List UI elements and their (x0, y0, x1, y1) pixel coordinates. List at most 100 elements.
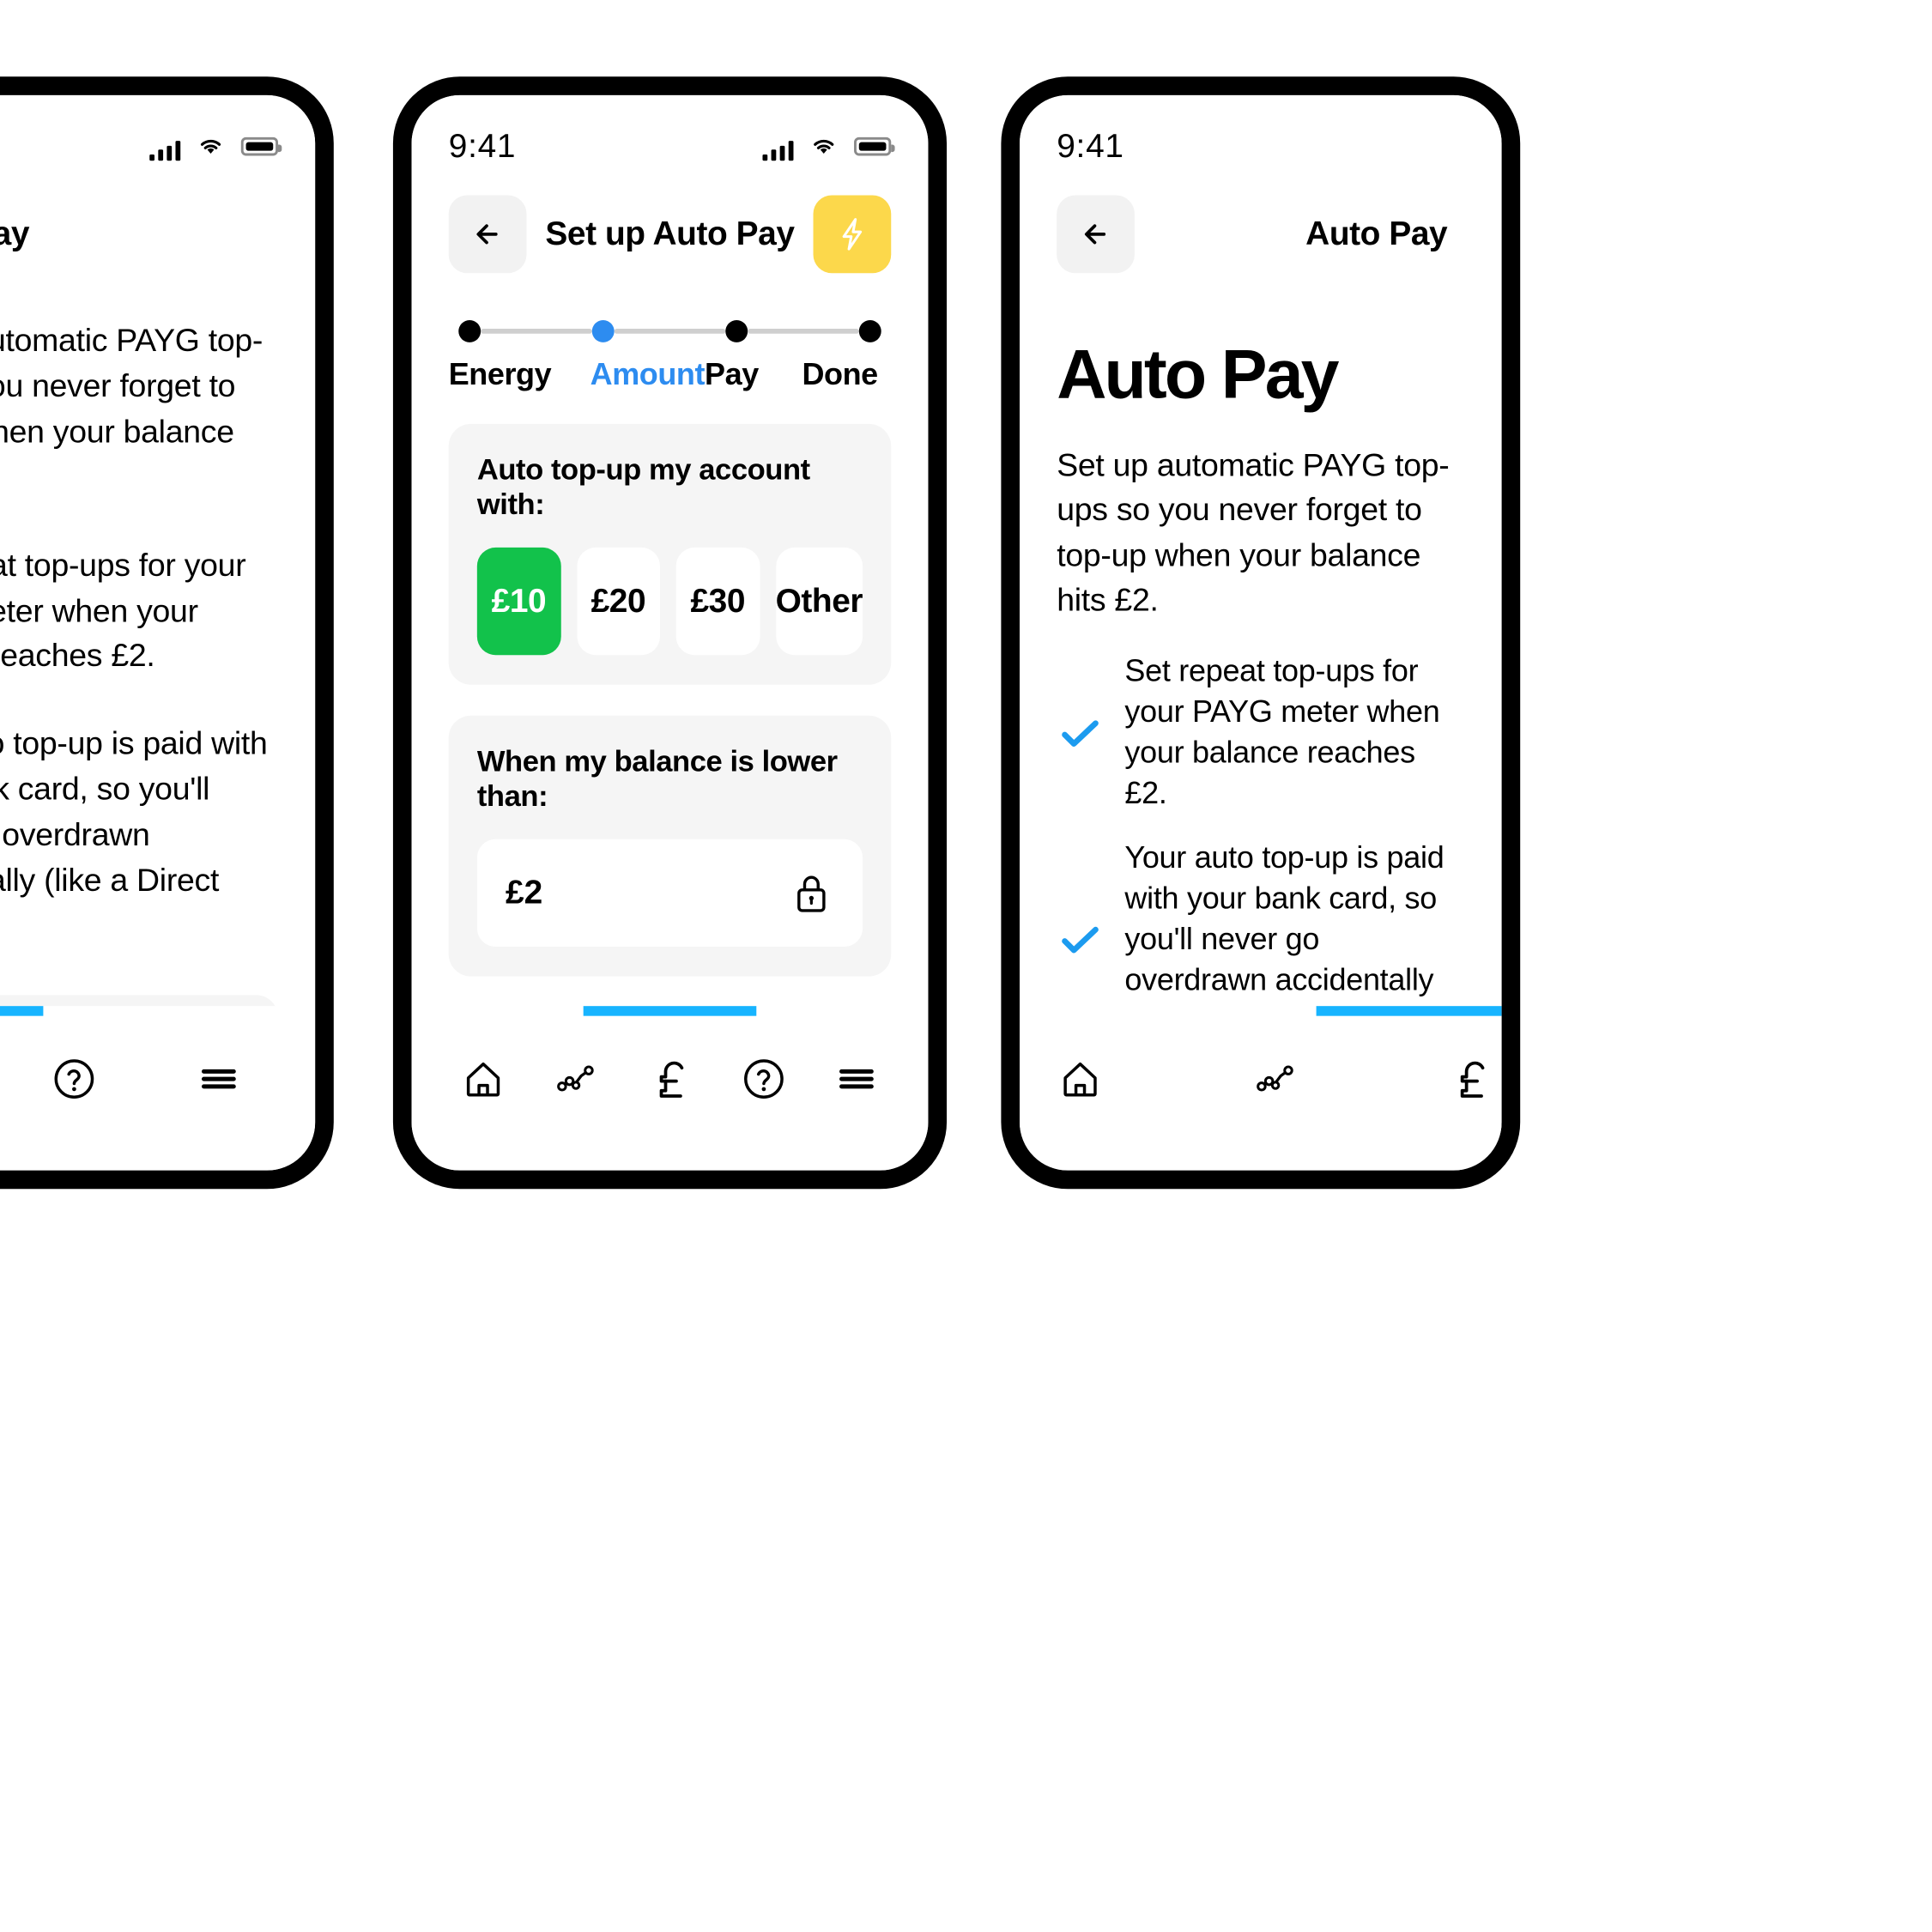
step-label-amount: Amount (590, 357, 706, 392)
step-dot-pay[interactable] (725, 319, 748, 342)
stepper-track (449, 319, 892, 342)
right-screen: 9:41 Auto Pay Auto Pay Set up automatic … (1020, 94, 1502, 1171)
step-dot-done[interactable] (858, 319, 881, 342)
lock-icon (789, 870, 834, 916)
quick-action-button[interactable] (813, 194, 892, 273)
topup-card-title: Auto top-up my account with: (476, 453, 810, 522)
left-paragraph-2: Set repeat top-ups for your PAYG meter w… (0, 545, 246, 675)
battery-icon (240, 136, 282, 155)
step-dot-amount[interactable] (591, 319, 615, 342)
left-body: Set up automatic PAYG top-ups so you nev… (0, 293, 315, 1007)
right-tabbar-wrap (1020, 1006, 1502, 1171)
status-icons (149, 131, 282, 161)
tab-usage[interactable] (1252, 1033, 1299, 1125)
bullet-text: Your auto top-up is paid with your bank … (1124, 839, 1444, 1007)
tab-menu[interactable] (810, 1033, 903, 1125)
balance-threshold-card: When my balance is lower than: £2 (448, 715, 892, 977)
help-circle-icon (51, 1056, 98, 1103)
cellular-signal-icon (762, 131, 794, 161)
right-navbar: Auto Pay (1020, 174, 1502, 293)
left-tab-indicator (0, 1006, 44, 1016)
left-tabbar (0, 1016, 315, 1142)
back-button[interactable] (448, 194, 527, 273)
wifi-icon (811, 136, 837, 155)
usage-chart-icon (553, 1056, 600, 1103)
center-tabbar (412, 1016, 929, 1142)
right-tab-indicator (1316, 1006, 1502, 1016)
pound-icon (646, 1056, 693, 1103)
screenshot-stage: 9:41 Auto Pay Set up automatic PAYG top-… (0, 0, 1932, 1932)
usage-chart-icon (1252, 1056, 1299, 1103)
step-line-1 (481, 329, 592, 334)
left-paragraph-1: Set up automatic PAYG top-ups so you nev… (0, 321, 263, 450)
right-status-bar: 9:41 (1020, 95, 1502, 174)
wifi-icon (197, 136, 223, 155)
center-status-bar: 9:41 (412, 95, 929, 174)
home-icon (1057, 1056, 1104, 1103)
list-item: Your auto top-up is paid with your bank … (1057, 838, 1464, 1006)
phone-left: 9:41 Auto Pay Set up automatic PAYG top-… (0, 76, 334, 1190)
left-navbar: Auto Pay (0, 174, 315, 293)
step-line-2 (614, 329, 726, 334)
step-line-3 (748, 329, 859, 334)
phone-right: 9:41 Auto Pay Auto Pay Set up automatic … (1001, 76, 1521, 1190)
hamburger-menu-icon (195, 1056, 242, 1103)
amount-options: £10 £20 £30 Other (476, 547, 863, 656)
threshold-card-title: When my balance is lower than: (476, 745, 838, 814)
cellular-signal-icon (149, 131, 181, 161)
tab-balance[interactable] (623, 1033, 716, 1125)
center-body: Energy Amount Pay Done Auto top-up my ac… (412, 293, 929, 1006)
step-label-pay: Pay (705, 357, 759, 392)
left-status-bar: 9:41 (0, 95, 315, 174)
threshold-value: £2 (505, 874, 543, 911)
tab-home[interactable] (437, 1033, 530, 1125)
status-icons (762, 131, 895, 161)
amount-option-30[interactable]: £30 (675, 547, 760, 656)
arrow-left-icon (1075, 213, 1117, 254)
tab-usage[interactable] (530, 1033, 623, 1125)
center-navbar: Set up Auto Pay (412, 174, 929, 293)
center-tab-indicator (583, 1006, 757, 1016)
battery-icon (854, 136, 895, 155)
page-title: Auto Pay (1057, 335, 1339, 413)
bullet-text: Set repeat top-ups for your PAYG meter w… (1124, 653, 1440, 812)
benefit-list: Set repeat top-ups for your PAYG meter w… (1057, 651, 1464, 1006)
step-label-energy: Energy (448, 357, 552, 392)
setup-stepper: Energy Amount Pay Done (449, 319, 892, 393)
left-screen: 9:41 Auto Pay Set up automatic PAYG top-… (0, 94, 316, 1171)
lightning-bolt-icon (832, 213, 873, 254)
right-tabbar (1020, 1016, 1502, 1142)
topup-amount-card: Auto top-up my account with: £10 £20 £30… (448, 423, 892, 685)
left-paragraph-3: Your auto top-up is paid with your bank … (0, 724, 268, 899)
intro-copy: Set up automatic PAYG top-ups so you nev… (1057, 445, 1450, 619)
status-clock: 9:41 (1057, 126, 1124, 164)
status-clock: 9:41 (448, 126, 517, 164)
hamburger-menu-icon (833, 1056, 881, 1103)
credit-limit-card: Credit limit £2.00 (0, 995, 278, 1007)
tab-balance[interactable] (1447, 1033, 1494, 1125)
arrow-left-icon (467, 213, 508, 254)
tab-home[interactable] (1057, 1033, 1104, 1125)
center-screen: 9:41 Set up Auto Pay Energy Amount Pay D… (411, 94, 929, 1171)
list-item: Set repeat top-ups for your PAYG meter w… (1057, 651, 1464, 815)
pound-icon (1447, 1056, 1494, 1103)
tab-menu[interactable] (172, 1033, 264, 1125)
right-body: Auto Pay Set up automatic PAYG top-ups s… (1020, 293, 1502, 1006)
back-button[interactable] (1057, 194, 1135, 273)
phone-center: 9:41 Set up Auto Pay Energy Amount Pay D… (392, 76, 948, 1190)
amount-option-20[interactable]: £20 (576, 547, 660, 656)
check-icon (1057, 710, 1102, 755)
stepper-labels: Energy Amount Pay Done (449, 357, 892, 393)
home-icon (459, 1056, 506, 1103)
tab-help[interactable] (27, 1033, 120, 1125)
step-label-done: Done (802, 357, 878, 392)
step-dot-energy[interactable] (458, 319, 481, 342)
left-nav-title: Auto Pay (0, 214, 30, 252)
tab-help[interactable] (717, 1033, 809, 1125)
amount-option-other[interactable]: Other (775, 547, 863, 656)
center-tabbar-wrap (412, 1006, 929, 1171)
amount-option-10[interactable]: £10 (476, 547, 561, 656)
threshold-field[interactable]: £2 (476, 839, 863, 948)
help-circle-icon (740, 1056, 787, 1103)
check-icon (1057, 918, 1102, 963)
